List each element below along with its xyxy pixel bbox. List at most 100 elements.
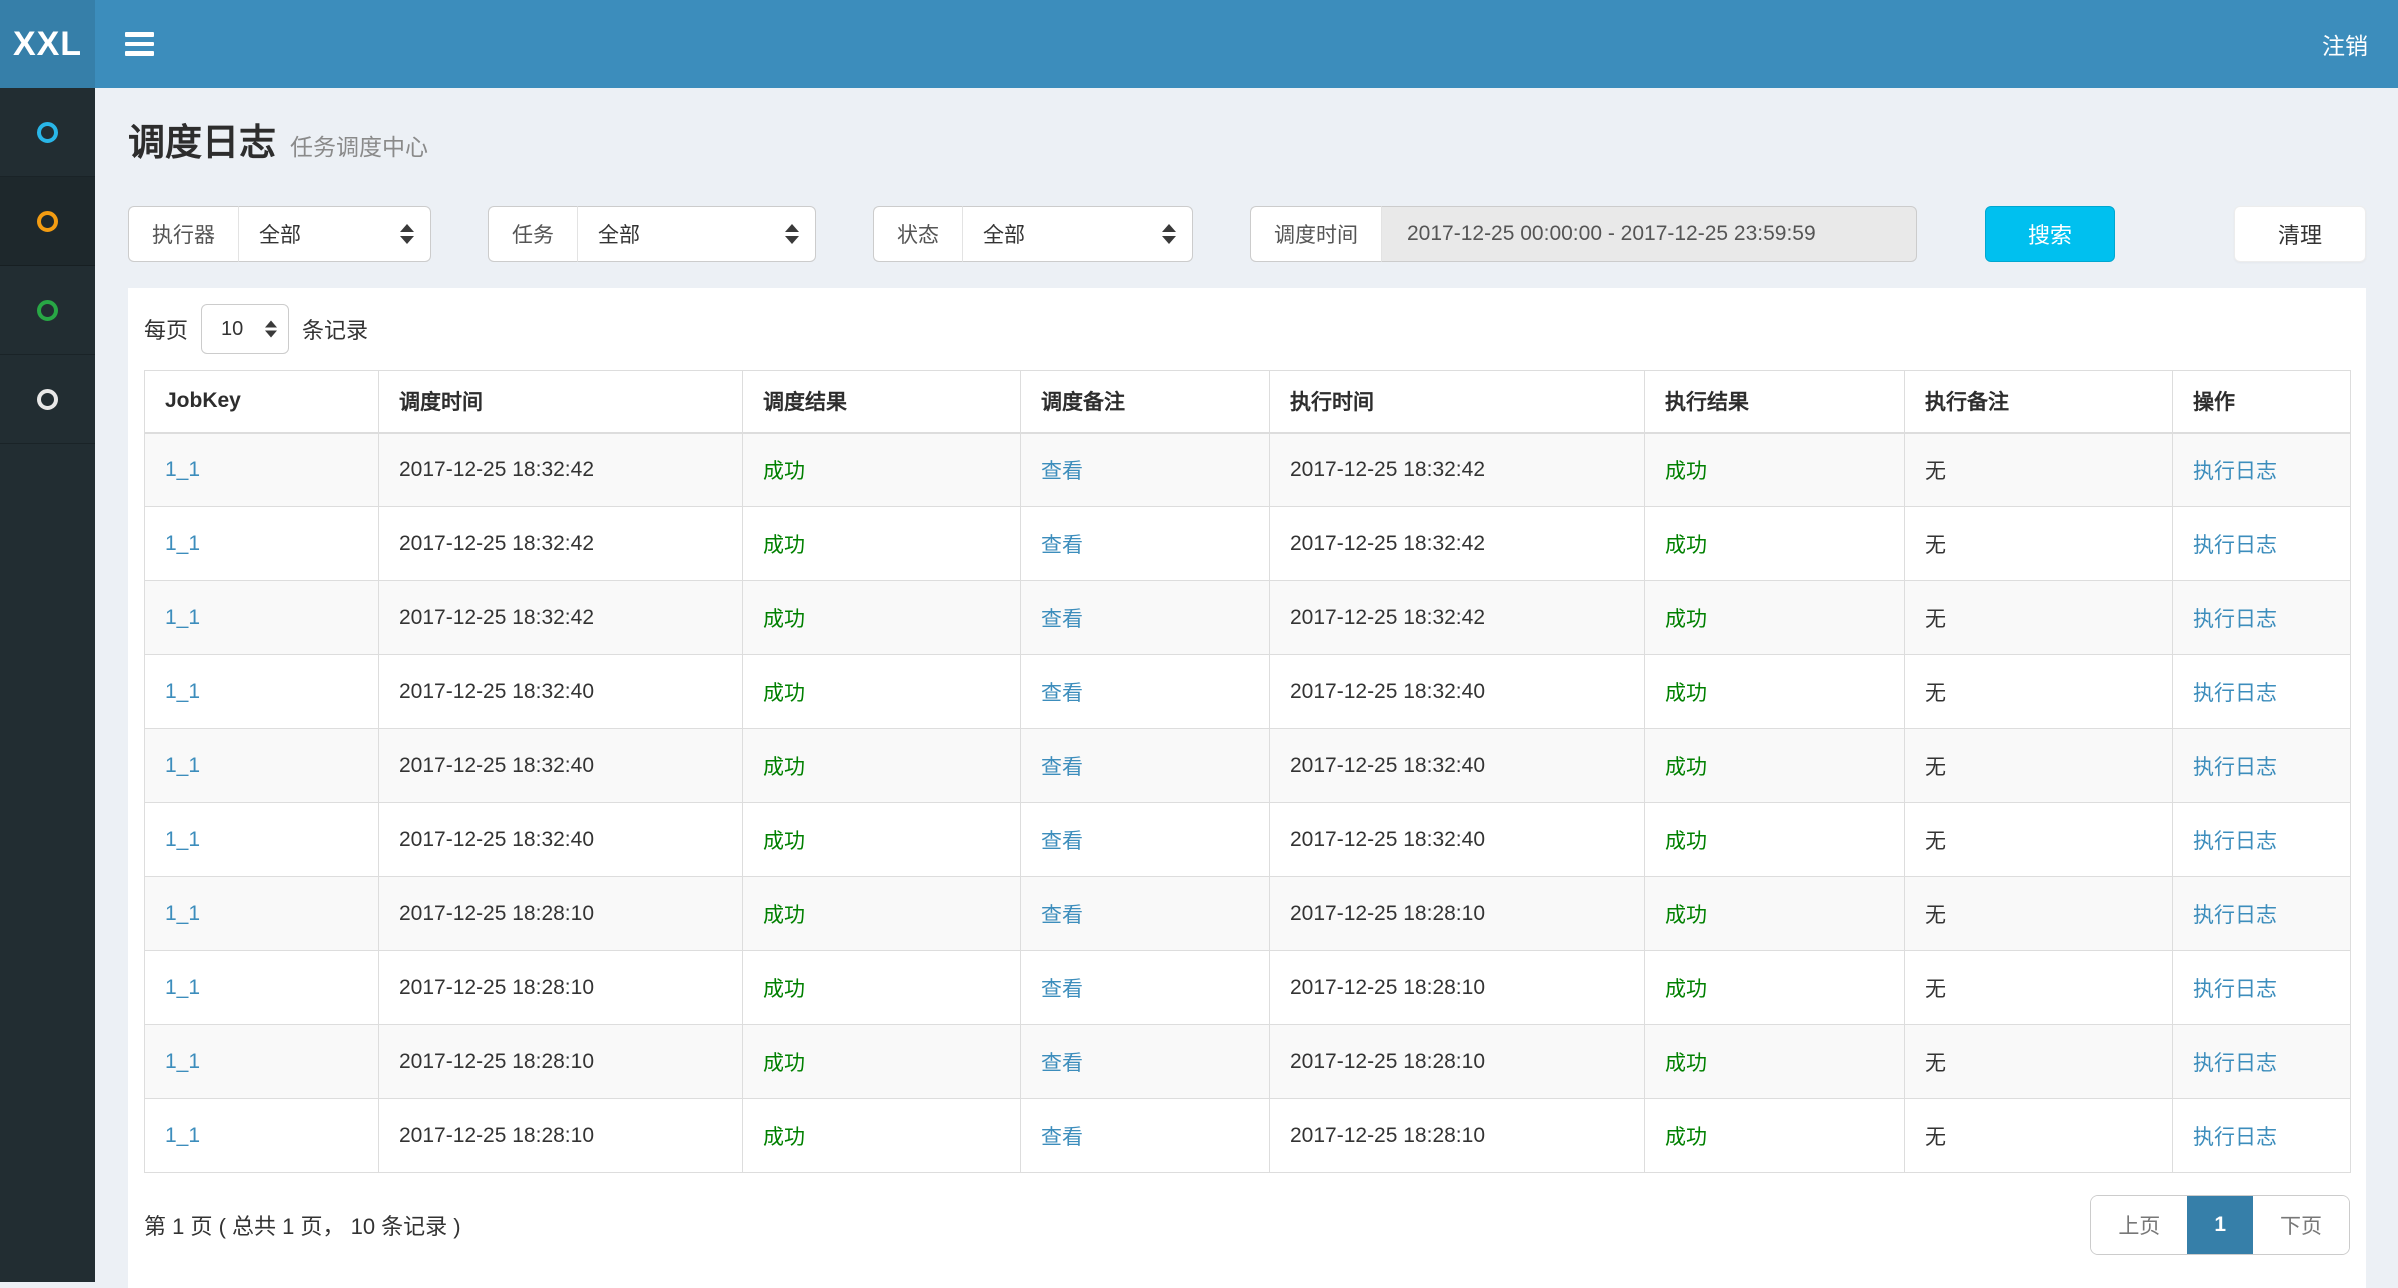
jobkey-link[interactable]: 1_1: [165, 976, 200, 999]
trigger-time-cell: 2017-12-25 18:32:40: [379, 655, 743, 729]
trigger-time: 2017-12-25 18:32:42: [399, 458, 594, 481]
exec-log-link[interactable]: 执行日志: [2193, 1126, 2277, 1149]
menu-toggle-icon[interactable]: [123, 24, 156, 64]
column-header-2: 调度结果: [743, 371, 1021, 433]
jobkey-link[interactable]: 1_1: [165, 754, 200, 777]
table-row: 1_12017-12-25 18:32:42成功查看2017-12-25 18:…: [145, 581, 2351, 655]
exec-log-link[interactable]: 执行日志: [2193, 534, 2277, 557]
jobkey-link-cell: 1_1: [145, 655, 379, 729]
trigger-msg-link[interactable]: 查看: [1041, 904, 1083, 927]
jobkey-link[interactable]: 1_1: [165, 606, 200, 629]
jobkey-link[interactable]: 1_1: [165, 532, 200, 555]
sidebar-menu-item-3[interactable]: [0, 266, 95, 355]
sidebar-menu-item-1[interactable]: [0, 88, 95, 177]
exec-log-link[interactable]: 执行日志: [2193, 756, 2277, 779]
handle-time: 2017-12-25 18:28:10: [1290, 902, 1485, 925]
trigger-result: 成功: [763, 756, 805, 779]
trigger-msg-link[interactable]: 查看: [1041, 608, 1083, 631]
trigger-result: 成功: [763, 682, 805, 705]
trigger-result: 成功: [763, 904, 805, 927]
jobkey-link[interactable]: 1_1: [165, 458, 200, 481]
executor-select[interactable]: 全部: [239, 206, 431, 262]
handle-msg: 无: [1925, 608, 1946, 631]
trigger-msg-link[interactable]: 查看: [1041, 978, 1083, 1001]
exec-log-link[interactable]: 执行日志: [2193, 978, 2277, 1001]
search-button[interactable]: 搜索: [1985, 206, 2115, 262]
current-page-button[interactable]: 1: [2187, 1196, 2253, 1254]
trigger-time: 2017-12-25 18:28:10: [399, 976, 594, 999]
exec-log-link[interactable]: 执行日志: [2193, 904, 2277, 927]
app-logo[interactable]: XXL: [0, 0, 95, 88]
circle-icon: [37, 211, 58, 232]
trigger-msg-link[interactable]: 查看: [1041, 460, 1083, 483]
column-header-6: 执行备注: [1905, 371, 2173, 433]
main-content: 调度日志 任务调度中心 执行器 全部 任务 全部 状态 全部 调度时间: [95, 88, 2398, 1282]
handle-result-cell: 成功: [1645, 1099, 1905, 1173]
exec-log-link-cell: 执行日志: [2173, 729, 2351, 803]
jobkey-link[interactable]: 1_1: [165, 1050, 200, 1073]
exec-log-link[interactable]: 执行日志: [2193, 608, 2277, 631]
sidebar-menu: [0, 88, 95, 1282]
exec-log-link[interactable]: 执行日志: [2193, 1052, 2277, 1075]
per-page-prefix: 每页: [144, 313, 188, 345]
jobkey-link[interactable]: 1_1: [165, 1124, 200, 1147]
pagination: 上页 1 下页: [2090, 1195, 2350, 1255]
jobkey-link[interactable]: 1_1: [165, 680, 200, 703]
per-page-select[interactable]: 10: [201, 304, 289, 354]
trigger-time-cell: 2017-12-25 18:28:10: [379, 877, 743, 951]
sidebar-menu-item-2[interactable]: [0, 177, 95, 266]
table-header-row: JobKey调度时间调度结果调度备注执行时间执行结果执行备注操作: [145, 371, 2351, 433]
trigger-msg-link[interactable]: 查看: [1041, 830, 1083, 853]
trigger-result-cell: 成功: [743, 877, 1021, 951]
handle-time: 2017-12-25 18:32:40: [1290, 680, 1485, 703]
trigger-msg-link[interactable]: 查看: [1041, 756, 1083, 779]
select-arrows-icon: [1162, 224, 1176, 244]
page-header: 调度日志 任务调度中心: [128, 112, 2366, 168]
handle-result: 成功: [1665, 756, 1707, 779]
table-row: 1_1 2017-12-25 18:28:10 成功查看 2017-12-25 18:…: [145, 951, 2351, 1025]
handle-time-cell: 2017-12-25 18:28:10: [1270, 951, 1645, 1025]
trigger-time-cell: 2017-12-25 18:32:42: [379, 433, 743, 507]
circle-icon: [37, 389, 58, 410]
logout-link[interactable]: 注销: [2322, 27, 2368, 61]
trigger-msg-link-cell: 查看: [1021, 803, 1270, 877]
exec-log-link[interactable]: 执行日志: [2193, 460, 2277, 483]
select-arrows-icon: [785, 224, 799, 244]
handle-msg-cell: 无: [1905, 877, 2173, 951]
handle-time: 2017-12-25 18:28:10: [1290, 1124, 1485, 1147]
time-range-input[interactable]: 2017-12-25 00:00:00 - 2017-12-25 23:59:5…: [1382, 206, 1917, 262]
status-select[interactable]: 全部: [963, 206, 1193, 262]
trigger-msg-link-cell: 查看: [1021, 1099, 1270, 1173]
pagination-summary: 第 1 页 ( 总共 1 页， 10 条记录 ): [144, 1209, 461, 1241]
trigger-result-cell: 成功: [743, 433, 1021, 507]
trigger-msg-link[interactable]: 查看: [1041, 1052, 1083, 1075]
trigger-result-cell: 成功: [743, 951, 1021, 1025]
time-filter-label: 调度时间: [1250, 206, 1382, 262]
job-select[interactable]: 全部: [578, 206, 816, 262]
handle-msg: 无: [1925, 830, 1946, 853]
column-header-5: 执行结果: [1645, 371, 1905, 433]
trigger-result-cell: 成功: [743, 803, 1021, 877]
top-navbar: XXL 注销: [0, 0, 2398, 88]
prev-page-button[interactable]: 上页: [2091, 1196, 2187, 1254]
handle-time-cell: 2017-12-25 18:32:40: [1270, 803, 1645, 877]
table-row: 1_12017-12-25 18:28:10成功查看2017-12-25 18:…: [145, 1099, 2351, 1173]
trigger-msg-link[interactable]: 查看: [1041, 682, 1083, 705]
table-row: 1_12017-12-25 18:32:40成功查看2017-12-25 18:…: [145, 729, 2351, 803]
handle-time: 2017-12-25 18:28:10: [1290, 976, 1485, 999]
jobkey-link[interactable]: 1_1: [165, 902, 200, 925]
next-page-button[interactable]: 下页: [2253, 1196, 2349, 1254]
trigger-msg-link[interactable]: 查看: [1041, 1126, 1083, 1149]
jobkey-link[interactable]: 1_1: [165, 828, 200, 851]
trigger-result-cell: 成功: [743, 1099, 1021, 1173]
page-title: 调度日志: [128, 112, 276, 166]
trigger-time-cell: 2017-12-25 18:28:10: [379, 1099, 743, 1173]
sidebar-menu-item-4[interactable]: [0, 355, 95, 444]
table-row: 1_1 2017-12-25 18:32:40 成功 查看 2017-12-25 18:…: [145, 655, 2351, 729]
handle-result: 成功: [1665, 1052, 1707, 1075]
jobkey-link-cell: 1_1: [145, 1025, 379, 1099]
trigger-msg-link[interactable]: 查看: [1041, 534, 1083, 557]
exec-log-link[interactable]: 执行日志: [2193, 830, 2277, 853]
clear-button[interactable]: 清理: [2234, 206, 2366, 262]
exec-log-link[interactable]: 执行日志: [2193, 682, 2277, 705]
